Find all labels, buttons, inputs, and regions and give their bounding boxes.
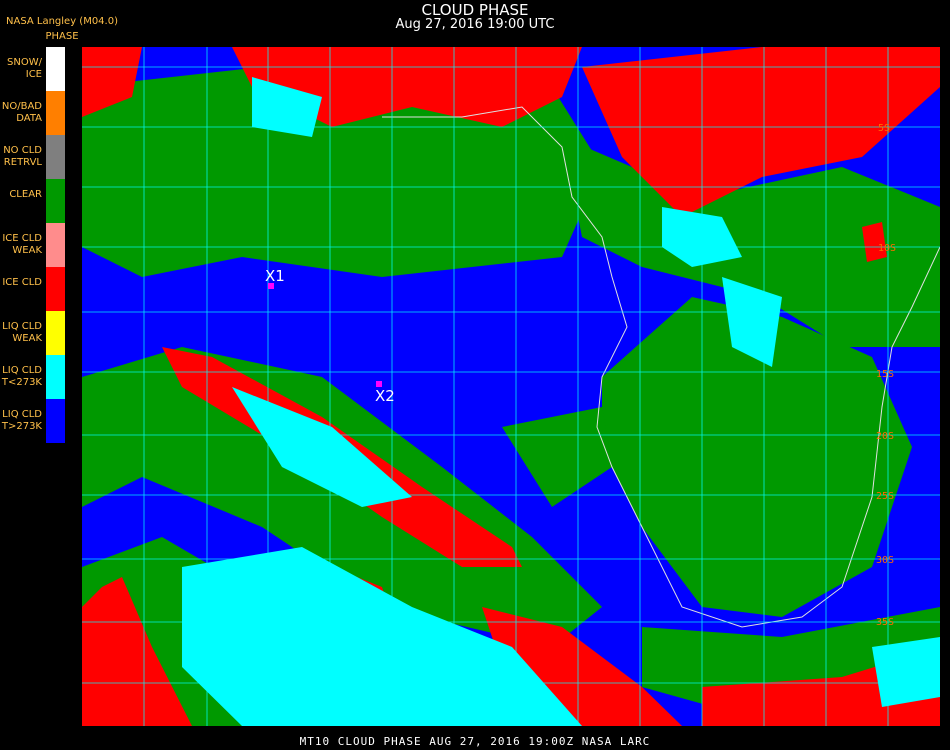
legend-label: LIQ CLD WEAK	[2, 321, 42, 344]
lat-label: 30S	[876, 555, 894, 566]
legend-label: LIQ CLD T>273K	[1, 409, 42, 432]
legend-swatch	[46, 355, 65, 399]
lat-label: 5S	[878, 123, 890, 134]
legend-swatch	[46, 399, 65, 443]
phase-legend: SNOW/ ICE NO/BAD DATA NO CLD RETRVL CLEA…	[0, 47, 66, 443]
legend-item-snow-ice: SNOW/ ICE	[0, 47, 66, 91]
legend-label: NO CLD RETRVL	[3, 145, 42, 168]
marker-x1-label: X1	[265, 267, 285, 285]
legend-swatch	[46, 311, 65, 355]
legend-swatch	[46, 135, 65, 179]
footer-caption: MT10 CLOUD PHASE AUG 27, 2016 19:00Z NAS…	[299, 735, 651, 748]
legend-item-liquid-cloud-warm: LIQ CLD T>273K	[0, 399, 66, 443]
lat-label: 10S	[878, 243, 896, 254]
marker-x2-label: X2	[375, 387, 395, 405]
lat-label: 15S	[876, 369, 894, 380]
legend-swatch	[46, 47, 65, 91]
legend-item-ice-cloud-weak: ICE CLD WEAK	[0, 223, 66, 267]
legend-swatch	[46, 223, 65, 267]
legend-label: NO/BAD DATA	[1, 101, 42, 124]
page-date: Aug 27, 2016 19:00 UTC	[395, 17, 555, 32]
page-title: CLOUD PHASE	[421, 1, 529, 19]
legend-swatch	[46, 91, 65, 135]
cloud-phase-map: 5S 10S 15S 20S 25S 30S 35S X1 X2	[82, 47, 940, 726]
legend-label: ICE CLD WEAK	[2, 233, 42, 256]
legend-swatch	[46, 267, 65, 311]
lat-label: 20S	[876, 431, 894, 442]
legend-title: PHASE	[45, 31, 79, 42]
legend-label: SNOW/ ICE	[7, 57, 42, 80]
lat-label: 35S	[876, 617, 894, 628]
legend-item-clear: CLEAR	[0, 179, 66, 223]
legend-label: ICE CLD	[2, 277, 42, 288]
legend-item-liquid-cloud-weak: LIQ CLD WEAK	[0, 311, 66, 355]
legend-label: LIQ CLD T<273K	[1, 365, 42, 388]
legend-item-no-bad-data: NO/BAD DATA	[0, 91, 66, 135]
legend-item-liquid-cloud-cold: LIQ CLD T<273K	[0, 355, 66, 399]
legend-item-no-cloud-retrieval: NO CLD RETRVL	[0, 135, 66, 179]
lat-label: 25S	[876, 491, 894, 502]
legend-swatch	[46, 179, 65, 223]
legend-label: CLEAR	[9, 189, 42, 200]
legend-item-ice-cloud: ICE CLD	[0, 267, 66, 311]
map-canvas: 5S 10S 15S 20S 25S 30S 35S	[82, 47, 940, 726]
